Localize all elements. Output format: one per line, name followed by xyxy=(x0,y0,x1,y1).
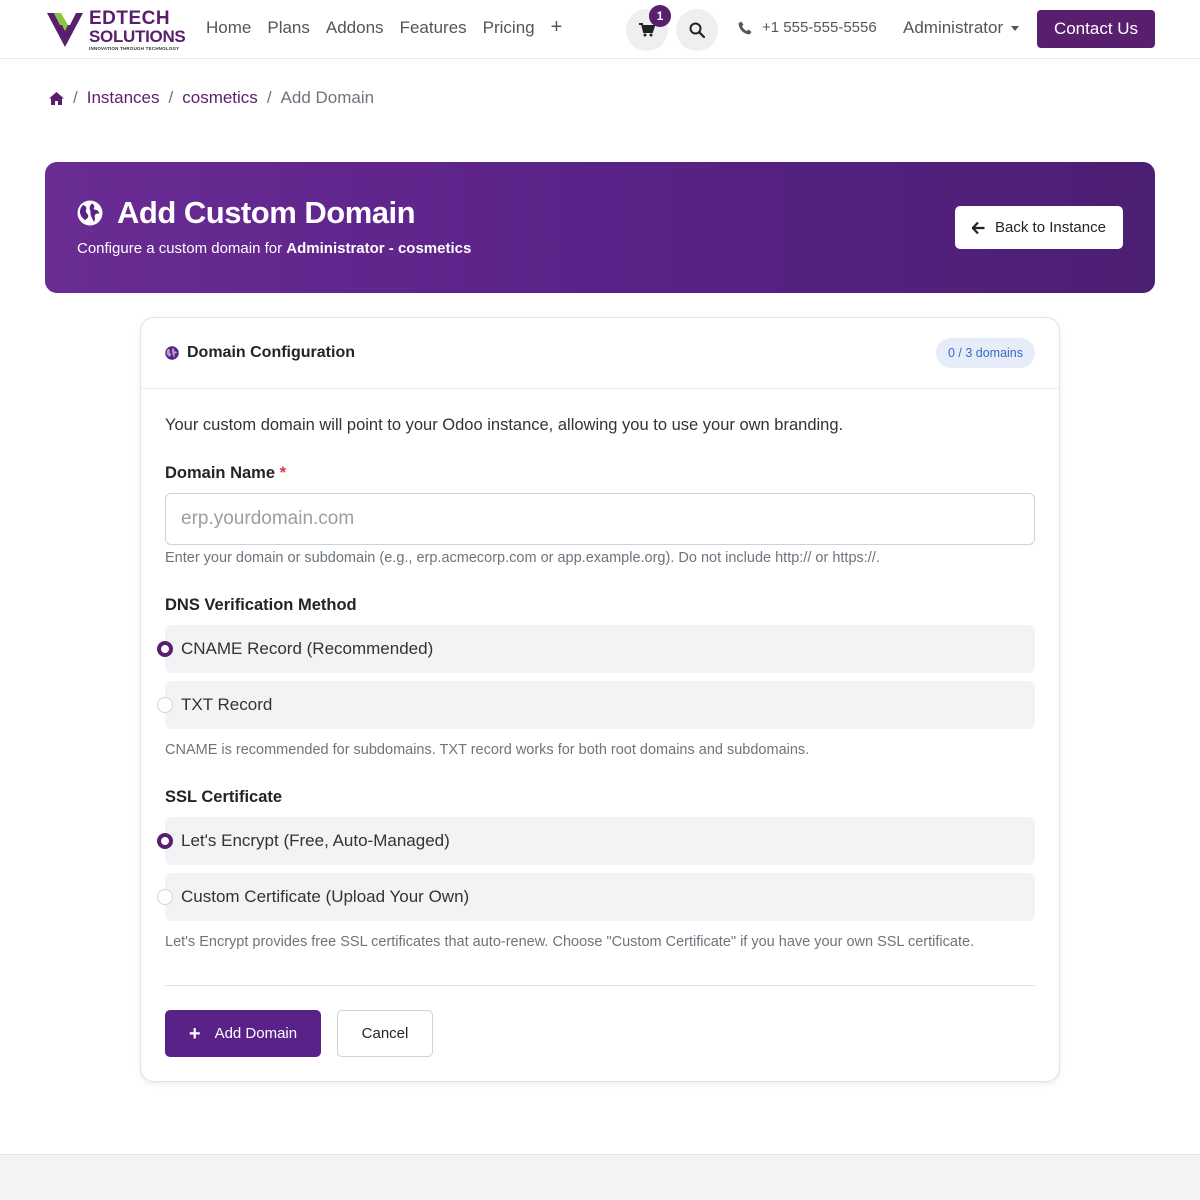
required-mark: * xyxy=(279,464,287,482)
breadcrumb: / Instances / cosmetics / Add Domain xyxy=(49,88,374,108)
logo-text: EDTECH SOLUTIONS INNOVATION THROUGH TECH… xyxy=(89,8,186,52)
breadcrumb-separator: / xyxy=(266,88,272,107)
user-name: Administrator xyxy=(903,18,1004,37)
domain-count-badge: 0 / 3 domains xyxy=(935,338,1035,368)
ssl-option-custom[interactable]: Custom Certificate (Upload Your Own) xyxy=(157,873,1035,921)
ssl-option-letsencrypt[interactable]: Let's Encrypt (Free, Auto-Managed) xyxy=(157,817,1035,865)
radio-checked-icon[interactable] xyxy=(157,833,173,849)
page-title-text: Add Custom Domain xyxy=(117,195,416,230)
breadcrumb-instances[interactable]: Instances xyxy=(87,88,160,108)
radio-checked-icon[interactable] xyxy=(157,641,173,657)
subtitle-prefix: Configure a custom domain for xyxy=(77,240,283,257)
intro-text: Your custom domain will point to your Od… xyxy=(165,416,844,434)
contact-us-button[interactable]: Contact Us xyxy=(1037,10,1155,48)
breadcrumb-cosmetics[interactable]: cosmetics xyxy=(182,88,258,108)
page-footer xyxy=(0,1154,1200,1200)
page-hero: Add Custom Domain Configure a custom dom… xyxy=(45,162,1155,293)
nav-addons[interactable]: Addons xyxy=(326,18,384,38)
subtitle-target: Administrator - cosmetics xyxy=(286,240,472,257)
dns-option-cname-label: CNAME Record (Recommended) xyxy=(181,639,434,658)
home-icon[interactable] xyxy=(49,91,64,105)
add-domain-label: Add Domain xyxy=(214,1025,298,1042)
globe-icon xyxy=(165,346,179,360)
plus-icon[interactable]: + xyxy=(551,17,563,38)
add-domain-button[interactable]: + Add Domain xyxy=(165,1010,321,1057)
breadcrumb-separator: / xyxy=(73,88,78,107)
ssl-help-text: Let's Encrypt provides free SSL certific… xyxy=(165,934,975,950)
dns-option-cname[interactable]: CNAME Record (Recommended) xyxy=(157,625,1035,673)
globe-icon xyxy=(77,200,103,226)
brand-logo[interactable]: EDTECH SOLUTIONS INNOVATION THROUGH TECH… xyxy=(45,7,186,51)
breadcrumb-current: Add Domain xyxy=(280,88,375,107)
form-divider xyxy=(165,985,1035,986)
ssl-option-letsencrypt-label: Let's Encrypt (Free, Auto-Managed) xyxy=(181,831,450,850)
user-menu[interactable]: Administrator xyxy=(903,18,1020,38)
card-title-text: Domain Configuration xyxy=(187,344,355,361)
dns-method-label: DNS Verification Method xyxy=(165,596,357,614)
arrow-left-icon xyxy=(972,221,985,234)
nav-home[interactable]: Home xyxy=(206,18,251,38)
plus-icon: + xyxy=(188,1022,201,1045)
card-header: Domain Configuration 0 / 3 domains xyxy=(141,318,1059,389)
nav-plans[interactable]: Plans xyxy=(267,18,310,38)
cart-icon xyxy=(639,23,655,37)
breadcrumb-separator: / xyxy=(168,88,174,107)
phone-number: +1 555-555-5556 xyxy=(762,19,877,36)
chevron-down-icon xyxy=(1011,25,1020,31)
nav-pricing[interactable]: Pricing xyxy=(483,18,535,38)
search-button[interactable] xyxy=(676,9,718,51)
domain-name-label: Domain Name * xyxy=(165,464,286,483)
domain-config-card: Domain Configuration 0 / 3 domains Your … xyxy=(140,317,1060,1082)
logo-line1: EDTECH xyxy=(89,8,171,29)
phone-link[interactable]: +1 555-555-5556 xyxy=(738,19,877,36)
dns-help-text: CNAME is recommended for subdomains. TXT… xyxy=(165,742,810,758)
logo-v-icon xyxy=(47,13,83,47)
phone-icon xyxy=(738,21,752,34)
radio-unchecked-icon[interactable] xyxy=(157,697,173,713)
cart-count-badge: 1 xyxy=(649,5,671,27)
domain-name-label-text: Domain Name xyxy=(165,464,276,482)
search-icon xyxy=(689,22,705,38)
card-title: Domain Configuration xyxy=(165,344,355,362)
page-title: Add Custom Domain xyxy=(77,195,416,231)
logo-line2: SOLUTIONS xyxy=(89,27,186,46)
dns-option-txt[interactable]: TXT Record xyxy=(157,681,1035,729)
domain-name-input[interactable] xyxy=(165,493,1035,545)
dns-option-txt-label: TXT Record xyxy=(181,695,273,714)
logo-tagline: INNOVATION THROUGH TECHNOLOGY xyxy=(89,46,180,51)
back-label: Back to Instance xyxy=(995,219,1106,236)
back-to-instance-button[interactable]: Back to Instance xyxy=(955,206,1123,249)
page-subtitle: Configure a custom domain for Administra… xyxy=(77,240,471,257)
top-navbar: EDTECH SOLUTIONS INNOVATION THROUGH TECH… xyxy=(0,0,1200,59)
main-nav: Home Plans Addons Features Pricing + xyxy=(206,17,563,38)
nav-features[interactable]: Features xyxy=(400,18,467,38)
radio-unchecked-icon[interactable] xyxy=(157,889,173,905)
domain-help-text: Enter your domain or subdomain (e.g., er… xyxy=(165,550,880,566)
ssl-label: SSL Certificate xyxy=(165,788,283,806)
cancel-button[interactable]: Cancel xyxy=(337,1010,433,1057)
ssl-option-custom-label: Custom Certificate (Upload Your Own) xyxy=(181,887,470,906)
